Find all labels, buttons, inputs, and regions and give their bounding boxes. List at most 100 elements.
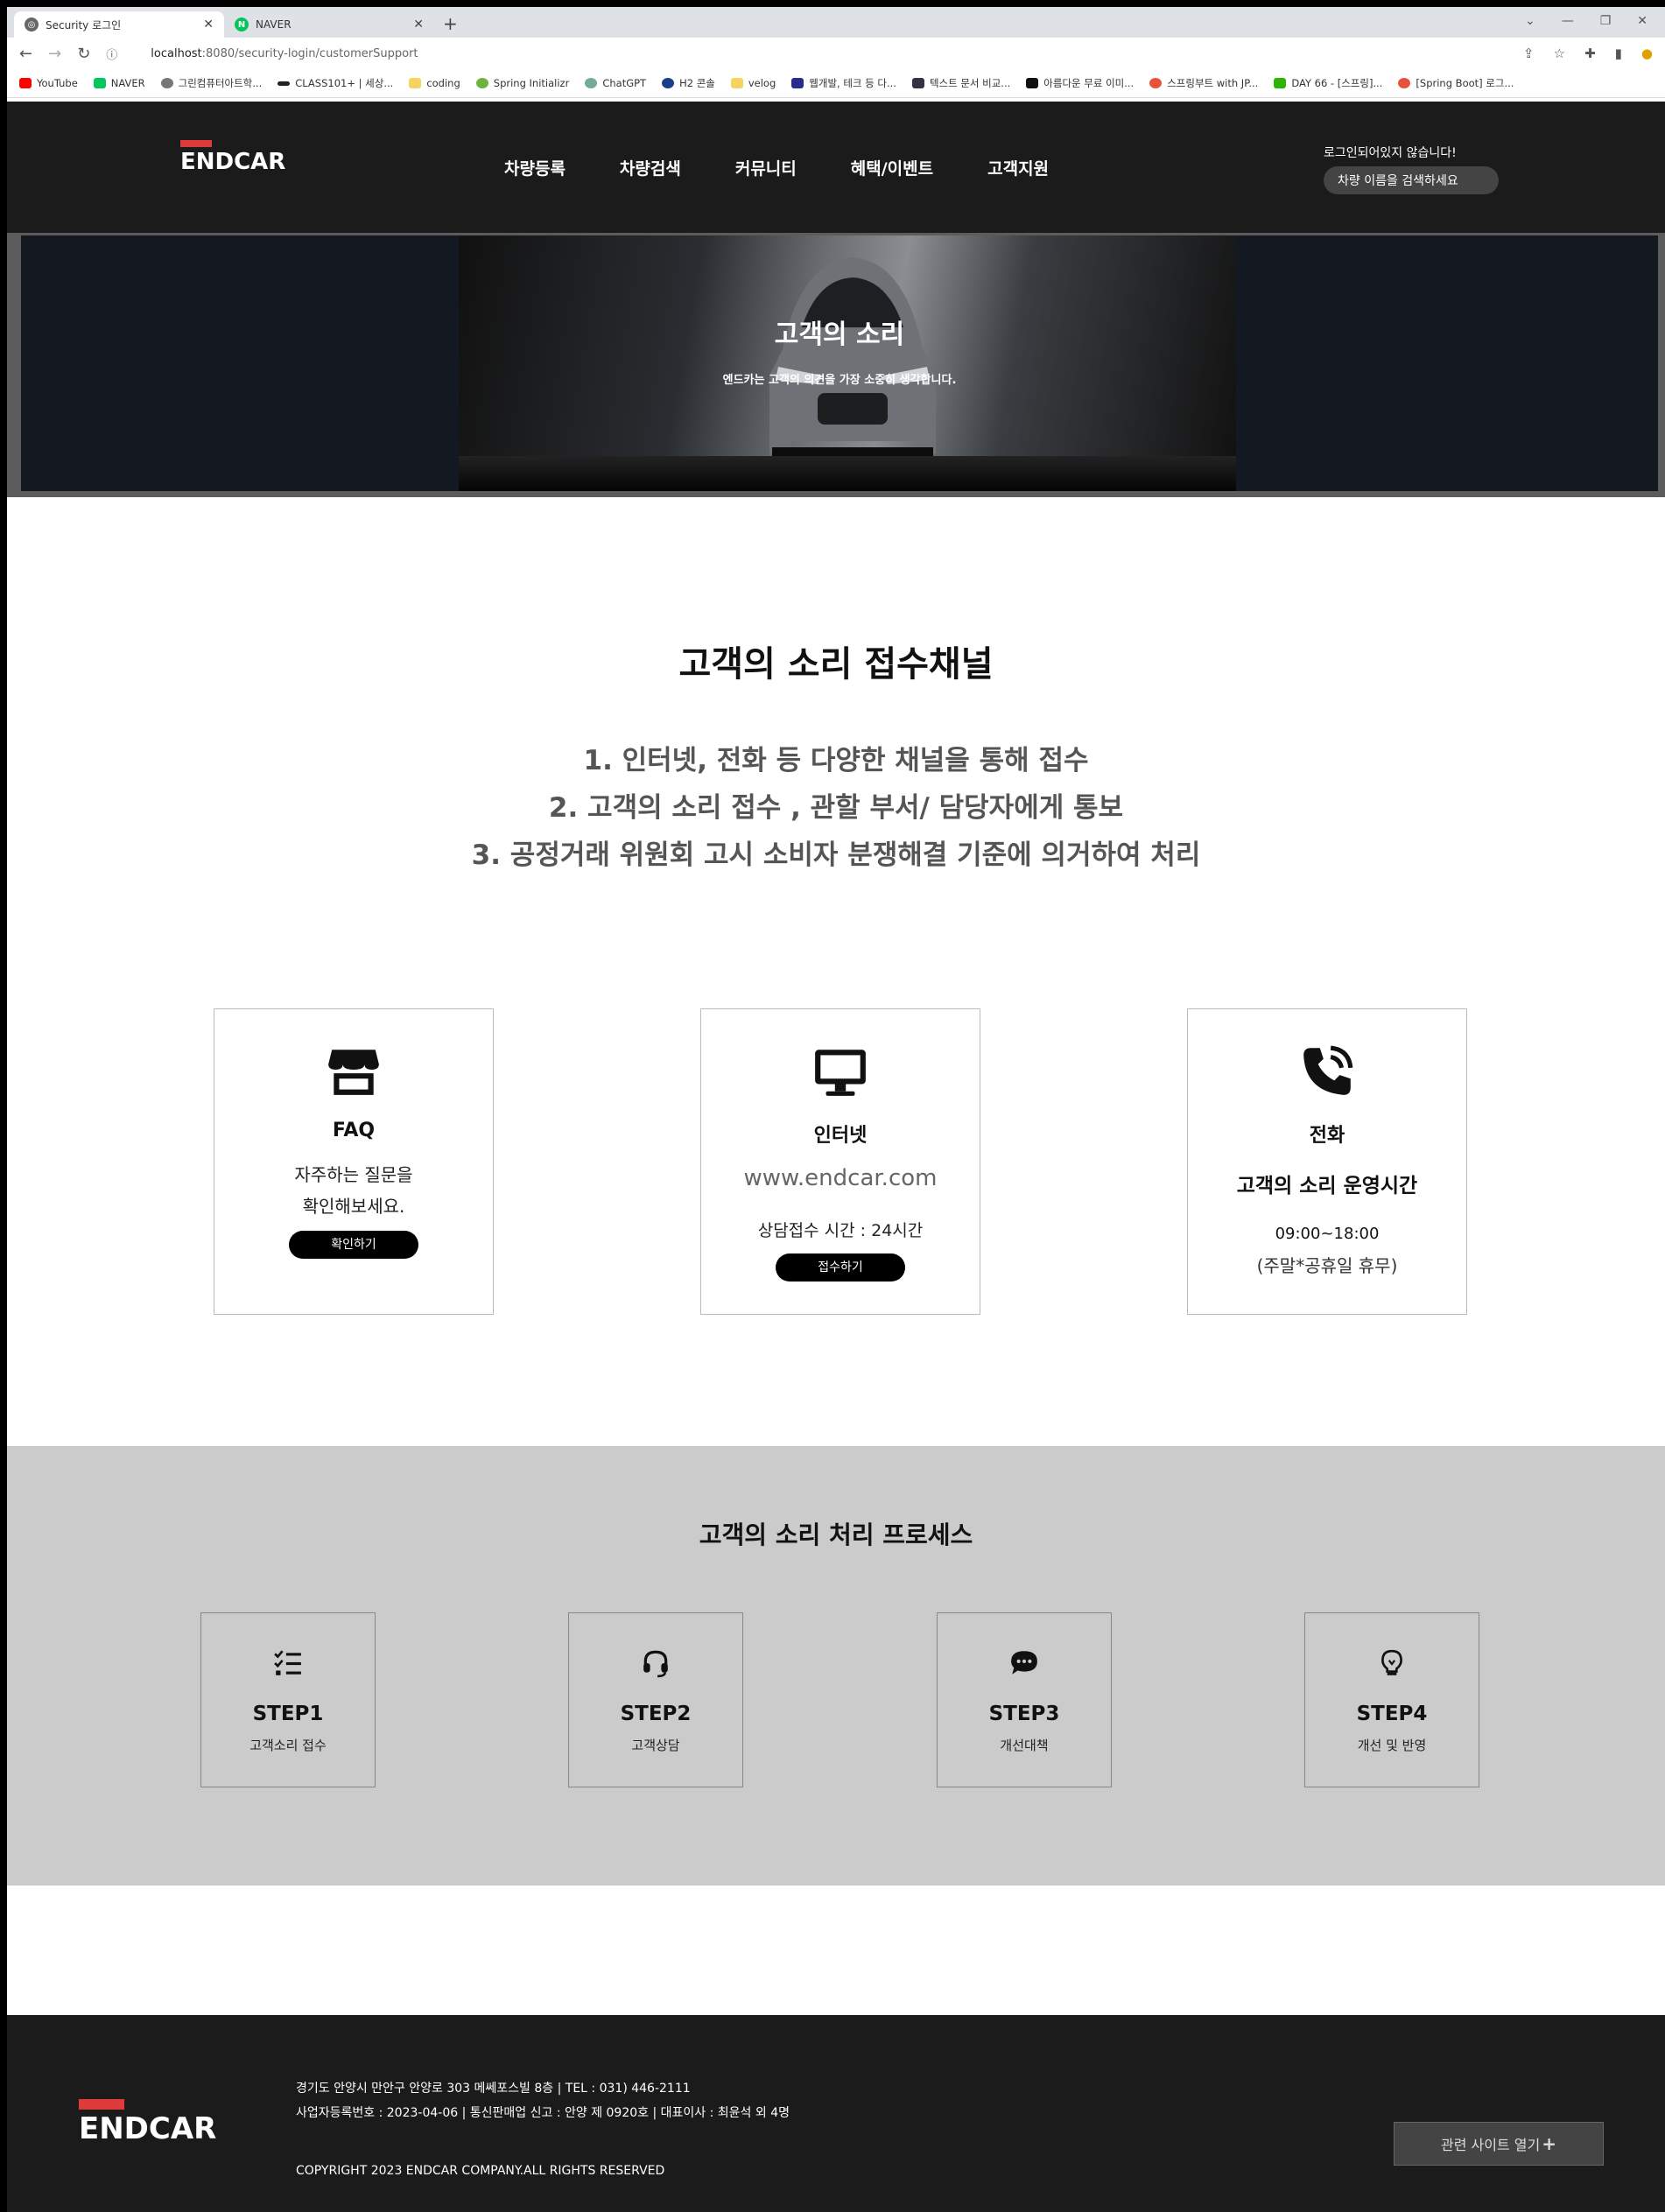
bookmark-label: 아름다운 무료 이미... <box>1043 77 1135 89</box>
car-search-input[interactable]: 차량 이름을 검색하세요 <box>1324 166 1499 194</box>
chatgpt-icon <box>585 78 598 88</box>
spring-icon <box>475 78 488 88</box>
nav-item-support[interactable]: 고객지원 <box>987 156 1049 179</box>
bookmark-item[interactable]: H2 콘솔 <box>662 76 715 90</box>
hero-car-image <box>459 235 1236 491</box>
phone-title: 전화 <box>1309 1125 1345 1147</box>
bookmark-item[interactable]: DAY 66 - [스프링]... <box>1274 76 1382 90</box>
bookmark-item[interactable]: ChatGPT <box>585 77 646 89</box>
minimize-icon[interactable]: — <box>1562 14 1574 28</box>
bookmark-label: NAVER <box>110 77 145 89</box>
related-sites-label: 관련 사이트 열기 <box>1441 2137 1541 2153</box>
share-icon[interactable]: ⇪ <box>1523 46 1535 61</box>
phone-note: (주말*공휴일 휴무) <box>1256 1255 1398 1276</box>
internet-card: 인터넷 www.endcar.com 상담접수 시간 : 24시간 접수하기 <box>700 1008 980 1315</box>
channel-line: 3. 공정거래 위원회 고시 소비자 분쟁해결 기준에 의거하여 처리 <box>471 839 1201 871</box>
bookmark-label: 그린컴퓨터아트학... <box>178 77 263 89</box>
youtube-icon <box>19 78 32 88</box>
reload-icon[interactable]: ↻ <box>77 45 90 63</box>
class101-icon <box>278 81 291 86</box>
bookmark-item[interactable]: YouTube <box>19 77 78 89</box>
unsplash-icon <box>1026 78 1039 88</box>
naver-icon: N <box>235 18 249 32</box>
extensions-icon[interactable]: ✚ <box>1584 46 1596 61</box>
site-footer: ENDCAR 경기도 안양시 만안구 안양로 303 메쎄포스빌 8층 | TE… <box>7 2015 1665 2212</box>
bookmark-label: coding <box>426 77 460 89</box>
footer-address: 경기도 안양시 만안구 안양로 303 메쎄포스빌 8층 | TEL : 031… <box>296 2082 691 2096</box>
bookmark-item[interactable]: CLASS101+ | 세상... <box>278 76 393 90</box>
step-title: STEP3 <box>988 1703 1060 1725</box>
checklist-icon <box>274 1650 301 1675</box>
restore-icon[interactable]: ❐ <box>1600 14 1612 28</box>
phone-subtitle: 고객의 소리 운영시간 <box>1236 1175 1418 1197</box>
close-tab-icon[interactable]: ✕ <box>203 18 214 32</box>
bookmark-item[interactable]: 아름다운 무료 이미... <box>1026 76 1134 90</box>
bookmark-label: H2 콘솔 <box>679 77 715 89</box>
bookmark-label: 웹개발, 테크 등 다... <box>809 77 896 89</box>
folder-icon <box>409 78 422 88</box>
channel-line: 1. 인터넷, 전화 등 다양한 채널을 통해 접수 <box>583 745 1089 776</box>
step-card: STEP2 고객상담 <box>568 1612 743 1787</box>
internet-submit-button[interactable]: 접수하기 <box>776 1253 905 1282</box>
star-icon[interactable]: ☆ <box>1554 46 1565 61</box>
nav-item-register[interactable]: 차량등록 <box>504 156 566 179</box>
back-icon[interactable]: ← <box>19 45 32 63</box>
close-window-icon[interactable]: ✕ <box>1637 14 1647 28</box>
h2-icon <box>662 78 675 88</box>
car-illustration <box>769 257 936 460</box>
bookmark-item[interactable]: Spring Initializr <box>475 77 569 89</box>
internet-hours: 상담접수 시간 : 24시간 <box>757 1221 924 1240</box>
nav-item-search[interactable]: 차량검색 <box>620 156 681 179</box>
logo-accent-bar <box>79 2099 124 2110</box>
globe-icon <box>160 78 173 88</box>
faq-desc-line: 확인해보세요. <box>302 1196 405 1217</box>
new-tab-icon[interactable]: + <box>443 13 458 34</box>
bookmark-item[interactable]: velog <box>730 77 776 89</box>
faq-button[interactable]: 확인하기 <box>289 1231 418 1259</box>
browser-tab-security[interactable]: ◎ Security 로그인 ✕ <box>14 11 224 38</box>
bookmark-item[interactable]: 그린컴퓨터아트학... <box>160 76 263 90</box>
sidepanel-icon[interactable]: ▮ <box>1615 46 1622 61</box>
bookmark-label: [Spring Boot] 로그... <box>1416 77 1514 89</box>
bookmark-label: velog <box>748 77 776 89</box>
bookmark-item[interactable]: NAVER <box>93 77 145 89</box>
lightbulb-icon <box>1381 1649 1402 1675</box>
forward-icon[interactable]: → <box>48 45 61 63</box>
tistory-icon <box>1149 78 1163 88</box>
bookmark-item[interactable]: 웹개발, 테크 등 다... <box>791 76 896 90</box>
info-icon[interactable]: ⓘ <box>106 46 117 62</box>
internet-site[interactable]: www.endcar.com <box>701 1165 980 1191</box>
nav-item-events[interactable]: 혜택/이벤트 <box>851 156 933 179</box>
nav-item-community[interactable]: 커뮤니티 <box>735 156 797 179</box>
bookmark-item[interactable]: 스프링부트 with JP... <box>1149 76 1258 90</box>
related-sites-button[interactable]: 관련 사이트 열기 + <box>1394 2122 1604 2166</box>
diff-icon <box>911 78 924 88</box>
url-input[interactable]: localhost:8080/security-login/customerSu… <box>151 47 1507 60</box>
hero-banner: 고객의 소리 엔드카는 고객의 의견을 가장 소중히 생각합니다. <box>7 233 1665 497</box>
browser-tab-naver[interactable]: N NAVER ✕ <box>224 11 434 38</box>
phone-card: 전화 고객의 소리 운영시간 09:00~18:00 (주말*공휴일 휴무) <box>1187 1008 1467 1315</box>
main-nav: 차량등록 차량검색 커뮤니티 혜택/이벤트 고객지원 <box>504 156 1103 179</box>
step-title: STEP4 <box>1356 1703 1428 1725</box>
process-section: 고객의 소리 처리 프로세스 STEP1 고객소리 접수 STEP2 고객상담 <box>7 1446 1665 1885</box>
tab-search-icon[interactable]: ⌄ <box>1525 14 1535 28</box>
hero-inner: 고객의 소리 엔드카는 고객의 의견을 가장 소중히 생각합니다. <box>21 235 1658 491</box>
browser-chrome: ◎ Security 로그인 ✕ N NAVER ✕ + ⌄ — ❐ ✕ ← →… <box>7 7 1665 102</box>
bookmark-label: 스프링부트 with JP... <box>1167 77 1259 89</box>
store-icon <box>328 1050 379 1095</box>
bookmark-label: 텍스트 문서 비교... <box>929 77 1011 89</box>
hero-subtitle: 엔드카는 고객의 의견을 가장 소중히 생각합니다. <box>722 374 957 387</box>
channels-title: 고객의 소리 접수채널 <box>678 644 994 685</box>
bookmark-item[interactable]: coding <box>409 77 460 89</box>
headset-icon <box>643 1650 668 1678</box>
bookmark-item[interactable]: [Spring Boot] 로그... <box>1398 76 1514 90</box>
bookmark-label: YouTube <box>37 77 78 89</box>
address-bar: ← → ↻ ⓘ localhost:8080/security-login/cu… <box>7 38 1665 69</box>
page: ENDCAR 차량등록 차량검색 커뮤니티 혜택/이벤트 고객지원 로그인되어있… <box>7 102 1665 2212</box>
profile-icon[interactable]: ● <box>1641 46 1653 61</box>
bookmark-item[interactable]: 텍스트 문서 비교... <box>911 76 1011 90</box>
window-controls: ⌄ — ❐ ✕ <box>1525 14 1647 28</box>
footer-logo[interactable]: ENDCAR <box>79 2099 216 2146</box>
site-logo[interactable]: ENDCAR <box>180 140 285 175</box>
close-tab-icon[interactable]: ✕ <box>413 18 424 32</box>
